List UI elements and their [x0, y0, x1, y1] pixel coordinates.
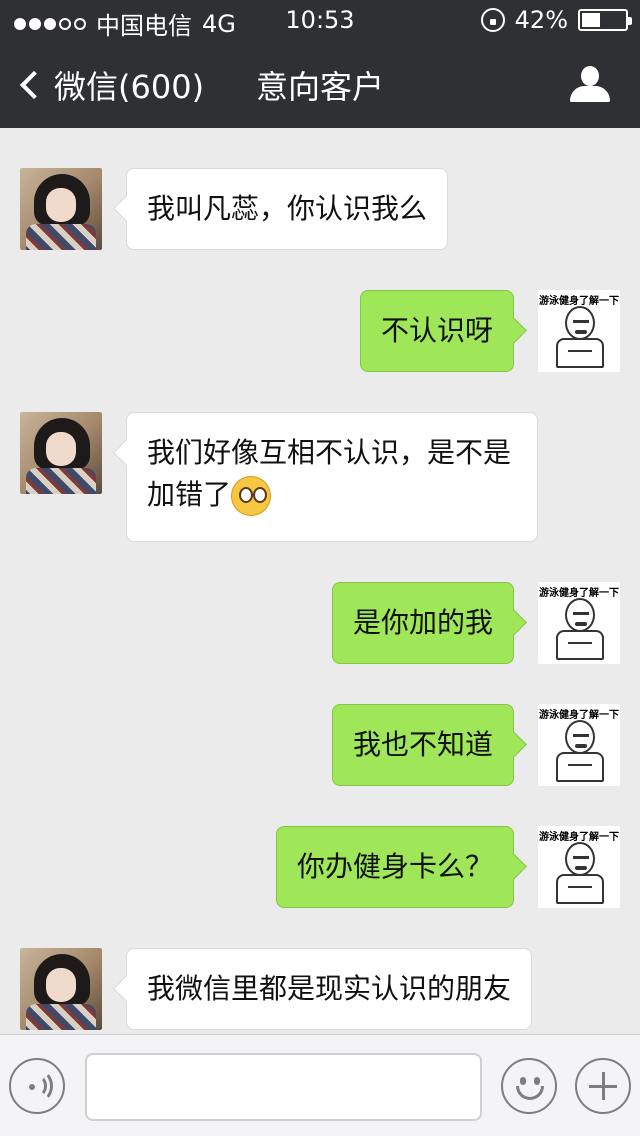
- emoji-face-icon[interactable]: [501, 1058, 557, 1114]
- contact-avatar[interactable]: [20, 168, 102, 250]
- status-bar: 中国电信 4G 10:53 42%: [0, 0, 640, 40]
- message-bubble-outgoing[interactable]: 我也不知道: [332, 704, 514, 786]
- meme-caption: 游泳健身了解一下: [539, 710, 619, 721]
- plus-icon[interactable]: [575, 1058, 631, 1114]
- message-bubble-outgoing[interactable]: 你办健身卡么？: [276, 826, 514, 908]
- message-text: 我微信里都是现实认识的朋友: [147, 972, 512, 1005]
- top-bar: 中国电信 4G 10:53 42% 微信(600) 意向客户: [0, 0, 640, 128]
- message-text: 你办健身卡么？: [297, 850, 494, 883]
- message-text: 我叫凡蕊，你认识我么: [147, 192, 428, 225]
- battery-percent: 42%: [514, 6, 568, 34]
- message-input[interactable]: [85, 1053, 482, 1121]
- meme-caption: 游泳健身了解一下: [539, 296, 619, 307]
- message-bubble-incoming[interactable]: 我叫凡蕊，你认识我么: [126, 168, 448, 250]
- chat-title: 意向客户: [255, 68, 384, 106]
- contact-avatar[interactable]: [20, 948, 102, 1030]
- message-text: 是你加的我: [353, 606, 494, 639]
- chat-area[interactable]: 我叫凡蕊，你认识我么 不认识呀 游泳健身了解一下 我们好像互相不认识，是不是加错…: [0, 128, 640, 1034]
- meme-caption: 游泳健身了解一下: [539, 832, 619, 843]
- contact-avatar[interactable]: [20, 412, 102, 494]
- rotation-lock-icon: [480, 8, 505, 32]
- flushed-emoji-icon: [231, 476, 272, 516]
- voice-icon[interactable]: [9, 1058, 65, 1114]
- my-avatar[interactable]: 游泳健身了解一下: [538, 704, 620, 786]
- message-text: 我也不知道: [353, 728, 494, 761]
- message-bubble-outgoing[interactable]: 不认识呀: [360, 290, 514, 372]
- message-bubble-outgoing[interactable]: 是你加的我: [332, 582, 514, 664]
- message-text: 不认识呀: [381, 314, 494, 347]
- navigation-bar: 微信(600) 意向客户: [0, 40, 640, 128]
- message-bubble-incoming[interactable]: 我微信里都是现实认识的朋友: [126, 948, 532, 1030]
- person-icon[interactable]: [570, 66, 610, 102]
- battery-icon: [578, 9, 632, 31]
- input-bar: [0, 1034, 640, 1136]
- battery-fill: [582, 13, 600, 27]
- message-text: 我们好像互相不认识，是不是加错了: [147, 436, 512, 511]
- my-avatar[interactable]: 游泳健身了解一下: [538, 582, 620, 664]
- my-avatar[interactable]: 游泳健身了解一下: [538, 826, 620, 908]
- my-avatar[interactable]: 游泳健身了解一下: [538, 290, 620, 372]
- message-bubble-incoming[interactable]: 我们好像互相不认识，是不是加错了: [126, 412, 538, 542]
- meme-caption: 游泳健身了解一下: [539, 588, 619, 599]
